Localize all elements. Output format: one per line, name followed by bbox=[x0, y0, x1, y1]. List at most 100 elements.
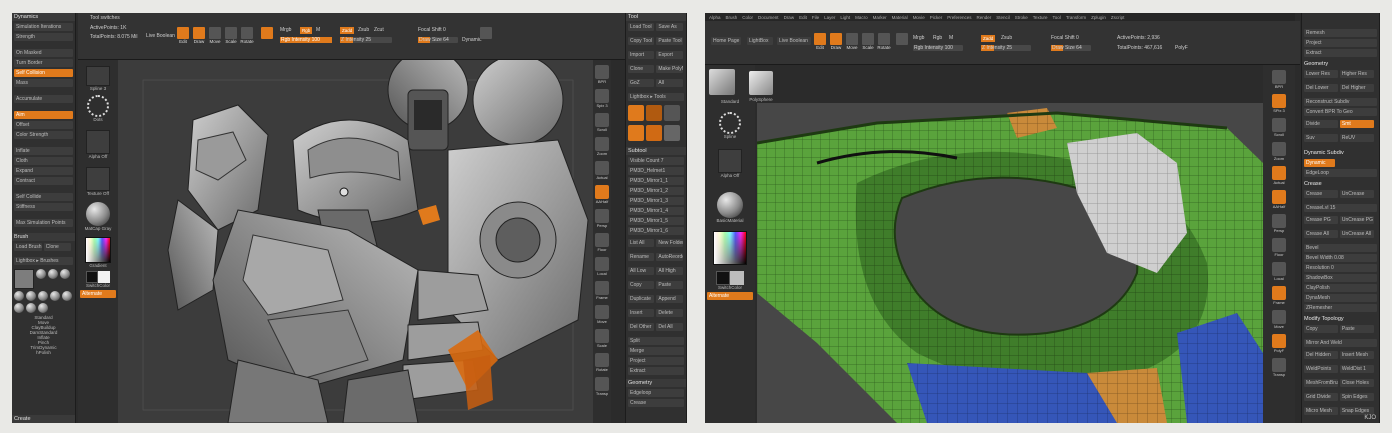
right-primary-swatch[interactable] bbox=[716, 271, 730, 285]
dyn-row-8[interactable]: Offset bbox=[14, 121, 73, 129]
left-scale-button[interactable]: Scale bbox=[224, 27, 238, 44]
r-transp-icon[interactable] bbox=[1272, 358, 1286, 372]
brush-polish-sphere[interactable] bbox=[50, 291, 60, 301]
right-zadd-chip[interactable]: Zadd bbox=[981, 35, 996, 42]
r-resolution[interactable]: Resolution 0 bbox=[1304, 264, 1377, 272]
dyn-row-2[interactable]: On Masked bbox=[14, 49, 73, 57]
lightbox-tab[interactable]: LightBox bbox=[747, 37, 773, 45]
r-uncrease-all[interactable]: UnCrease All bbox=[1339, 230, 1374, 238]
right-live-boolean[interactable]: Live Boolean bbox=[777, 37, 811, 45]
r-bpr-icon[interactable] bbox=[1272, 70, 1286, 84]
dyn-row-0[interactable]: Simulation Iterations bbox=[14, 23, 73, 31]
right-viewport[interactable] bbox=[757, 103, 1263, 423]
persp-icon[interactable] bbox=[595, 209, 609, 223]
menu-transform[interactable]: Transform bbox=[1066, 15, 1086, 20]
zoom-icon[interactable] bbox=[595, 137, 609, 151]
r-actual-icon[interactable] bbox=[1272, 166, 1286, 180]
menu-stencil[interactable]: Stencil bbox=[996, 15, 1010, 20]
tool-import[interactable]: Import bbox=[628, 51, 655, 59]
r-divide[interactable]: Divide bbox=[1304, 120, 1338, 128]
r-crease-title[interactable]: Crease bbox=[1302, 180, 1379, 188]
st-paste[interactable]: Paste bbox=[656, 281, 683, 289]
dyn-row-11[interactable]: Cloth bbox=[14, 157, 73, 165]
brush-create-title[interactable]: Create bbox=[12, 415, 75, 423]
r-mirror-weld[interactable]: Mirror And Weld bbox=[1304, 339, 1377, 347]
menu-document[interactable]: Document bbox=[758, 15, 779, 20]
local-icon[interactable] bbox=[595, 257, 609, 271]
menu-marker[interactable]: Marker bbox=[873, 15, 887, 20]
r-move-icon[interactable] bbox=[1272, 310, 1286, 324]
st-autoreorder[interactable]: AutoReorder bbox=[656, 253, 683, 261]
r-convert-bpr[interactable]: Convert BPR To Geo bbox=[1304, 108, 1377, 116]
menu-alpha[interactable]: Alpha bbox=[709, 15, 721, 20]
r-snap-edges[interactable]: Snap Edges bbox=[1339, 407, 1374, 415]
left-zcut[interactable]: Zcut bbox=[374, 27, 384, 33]
r-higher-res[interactable]: Higher Res bbox=[1339, 70, 1374, 78]
right-material-sphere[interactable] bbox=[717, 192, 743, 218]
right-material-button[interactable] bbox=[895, 33, 909, 47]
st-duplicate[interactable]: Duplicate bbox=[628, 295, 655, 303]
r-modify-topology-title[interactable]: Modify Topology bbox=[1302, 315, 1379, 323]
r-lower-res[interactable]: Lower Res bbox=[1304, 70, 1338, 78]
tool-paste[interactable]: Paste Tool bbox=[656, 37, 683, 45]
right-move-button[interactable]: Move bbox=[845, 33, 859, 50]
brush-extra-sphere-2[interactable] bbox=[14, 303, 24, 313]
right-draw-button[interactable]: Draw bbox=[829, 33, 843, 50]
left-zadd-chip[interactable]: Zadd bbox=[340, 27, 355, 34]
left-alternate-button[interactable]: Alternate bbox=[80, 290, 116, 298]
st-delother[interactable]: Del Other bbox=[628, 323, 655, 331]
brush-trim-sphere[interactable] bbox=[38, 291, 48, 301]
st-append[interactable]: Append bbox=[656, 295, 683, 303]
subtool-6[interactable]: PM3D_Mirror1_6 bbox=[628, 227, 684, 235]
tool-thumb-4[interactable] bbox=[628, 125, 644, 141]
r-del-hidden[interactable]: Del Hidden bbox=[1304, 351, 1338, 359]
dyn-row-4[interactable]: Self Collision bbox=[14, 69, 73, 77]
left-focal-shift[interactable]: Focal Shift 0 bbox=[418, 27, 446, 33]
menu-edit[interactable]: Edit bbox=[799, 15, 807, 20]
r-meshfrombrush[interactable]: MeshFromBrush bbox=[1304, 379, 1338, 387]
dyn-row-13[interactable]: Contract bbox=[14, 177, 73, 185]
r-zremesher[interactable]: ZRemesher bbox=[1304, 304, 1377, 312]
brush-extra-sphere-3[interactable] bbox=[26, 303, 36, 313]
left-draw-button[interactable]: Draw bbox=[192, 27, 206, 44]
brush-row-2[interactable]: Lightbox ▸ Brushes bbox=[14, 257, 73, 265]
right-secondary-swatch[interactable] bbox=[730, 271, 744, 285]
r-claypolish[interactable]: ClayPolish bbox=[1304, 284, 1377, 292]
st-copy[interactable]: Copy bbox=[628, 281, 655, 289]
bpr-icon[interactable] bbox=[595, 65, 609, 79]
brush-extra-sphere-4[interactable] bbox=[38, 303, 48, 313]
brush-move-sphere[interactable] bbox=[36, 269, 46, 279]
r-geometry-title[interactable]: Geometry bbox=[1302, 60, 1379, 68]
tool-thumb-5[interactable] bbox=[646, 125, 662, 141]
left-edit-button[interactable]: Edit bbox=[176, 27, 190, 44]
right-rgb[interactable]: Rgb bbox=[933, 35, 942, 41]
list-all[interactable]: List All bbox=[628, 239, 655, 247]
r-edgeloop[interactable]: EdgeLoop bbox=[1304, 169, 1377, 177]
tool-all[interactable]: All bbox=[656, 79, 683, 87]
floor-icon[interactable] bbox=[595, 233, 609, 247]
left-edgeloop[interactable]: Edgeloop bbox=[628, 389, 684, 397]
tool-thumb-1[interactable] bbox=[628, 105, 644, 121]
r-extract[interactable]: Extract bbox=[1304, 49, 1377, 57]
r-crease-all[interactable]: Crease All bbox=[1304, 230, 1338, 238]
dyn-row-6[interactable]: Accumulate bbox=[14, 95, 73, 103]
left-alpha-tile[interactable] bbox=[86, 130, 110, 154]
r-insert-mesh[interactable]: Insert Mesh bbox=[1339, 351, 1374, 359]
menu-zplugin[interactable]: Zplugin bbox=[1091, 15, 1106, 20]
r-mt-copy[interactable]: Copy bbox=[1304, 325, 1338, 333]
right-mrgb[interactable]: Mrgb bbox=[913, 35, 924, 41]
new-folder[interactable]: New Folder bbox=[656, 239, 683, 247]
tool-export[interactable]: Export bbox=[656, 51, 683, 59]
r-scroll-icon[interactable] bbox=[1272, 118, 1286, 132]
right-color-picker[interactable] bbox=[713, 231, 747, 265]
left-rotate-button[interactable]: Rotate bbox=[240, 27, 254, 44]
st-extract[interactable]: Extract bbox=[628, 367, 684, 375]
menu-zscript[interactable]: Zscript bbox=[1111, 15, 1125, 20]
tool-clone[interactable]: Clone bbox=[628, 65, 655, 73]
dyn-row-9[interactable]: Color Strength bbox=[14, 131, 73, 139]
st-split[interactable]: Split bbox=[628, 337, 684, 345]
subtool-3[interactable]: PM3D_Mirror1_3 bbox=[628, 197, 684, 205]
dyn-row-16[interactable]: Max Simulation Points bbox=[14, 219, 73, 227]
subtool-1[interactable]: PM3D_Mirror1_1 bbox=[628, 177, 684, 185]
r-mt-paste[interactable]: Paste bbox=[1339, 325, 1374, 333]
